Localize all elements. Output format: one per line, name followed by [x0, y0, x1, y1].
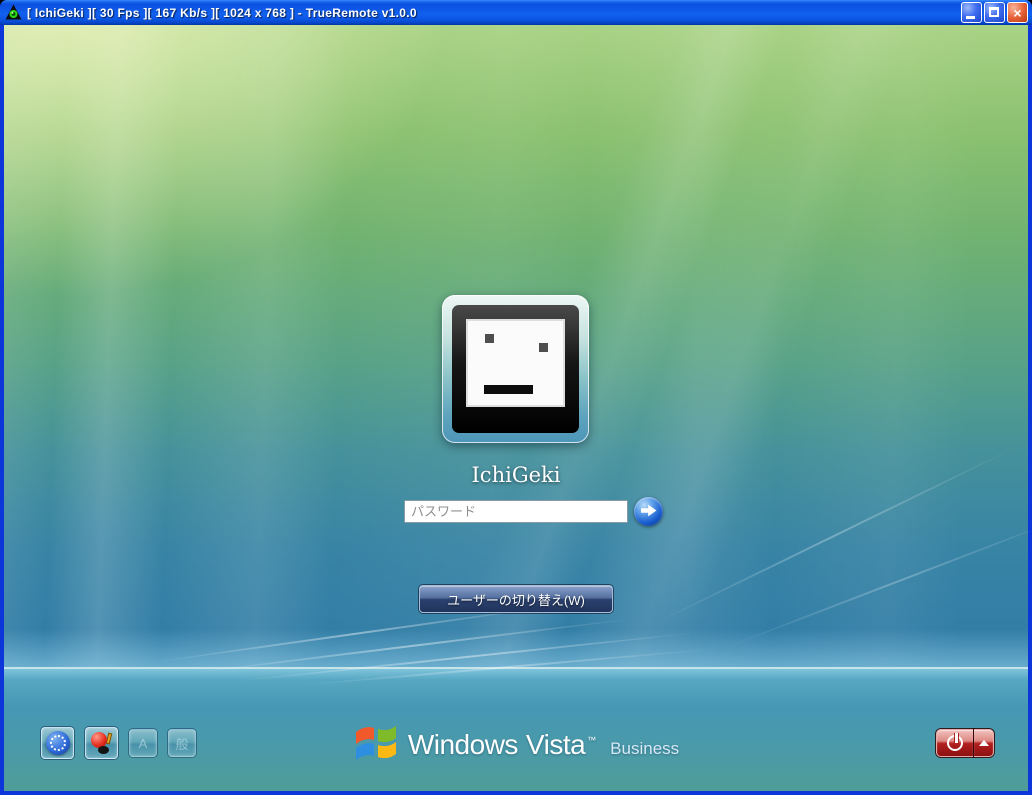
remote-desktop-viewport[interactable]: IchiGeki ユーザーの切り替え(W) A 般 Windows Vista … — [4, 25, 1028, 791]
windows-vista-logo: Windows Vista ™ Business — [4, 719, 1028, 770]
trueremote-app-icon — [5, 4, 22, 21]
logo-trademark: ™ — [587, 734, 597, 745]
windows-flag-icon — [353, 719, 399, 770]
up-arrow-icon — [978, 740, 989, 746]
close-icon: × — [1013, 4, 1022, 21]
avatar-mouth — [484, 385, 533, 394]
maximize-icon — [989, 7, 999, 17]
right-arrow-icon — [640, 504, 657, 520]
logo-windows: Windows — [407, 728, 519, 760]
minimize-icon — [966, 16, 975, 19]
password-input[interactable] — [404, 500, 628, 523]
logo-edition: Business — [610, 738, 680, 758]
minimize-button[interactable] — [961, 2, 982, 23]
avatar-right-eye — [539, 343, 548, 352]
logo-vista: Vista — [525, 728, 586, 760]
user-avatar[interactable] — [442, 295, 589, 443]
power-icon — [947, 733, 963, 751]
maximize-button[interactable] — [984, 2, 1005, 23]
password-row — [404, 496, 666, 526]
power-button-group — [936, 729, 994, 757]
window-title: [ IchiGeki ][ 30 Fps ][ 167 Kb/s ][ 1024… — [27, 5, 417, 20]
switch-user-button[interactable]: ユーザーの切り替え(W) — [419, 585, 613, 613]
login-go-button[interactable] — [634, 497, 663, 526]
username-label: IchiGeki — [471, 463, 561, 487]
avatar-face — [466, 319, 565, 407]
shutdown-button[interactable] — [936, 729, 974, 757]
shutdown-options-button[interactable] — [974, 729, 994, 757]
avatar-left-eye — [485, 334, 494, 343]
window-controls: × — [961, 2, 1028, 23]
titlebar[interactable]: [ IchiGeki ][ 30 Fps ][ 167 Kb/s ][ 1024… — [0, 0, 1032, 25]
logo-text: Windows Vista ™ Business — [408, 729, 679, 761]
avatar-frame — [452, 305, 579, 433]
close-button[interactable]: × — [1007, 2, 1028, 23]
trueremote-window: [ IchiGeki ][ 30 Fps ][ 167 Kb/s ][ 1024… — [0, 0, 1032, 795]
